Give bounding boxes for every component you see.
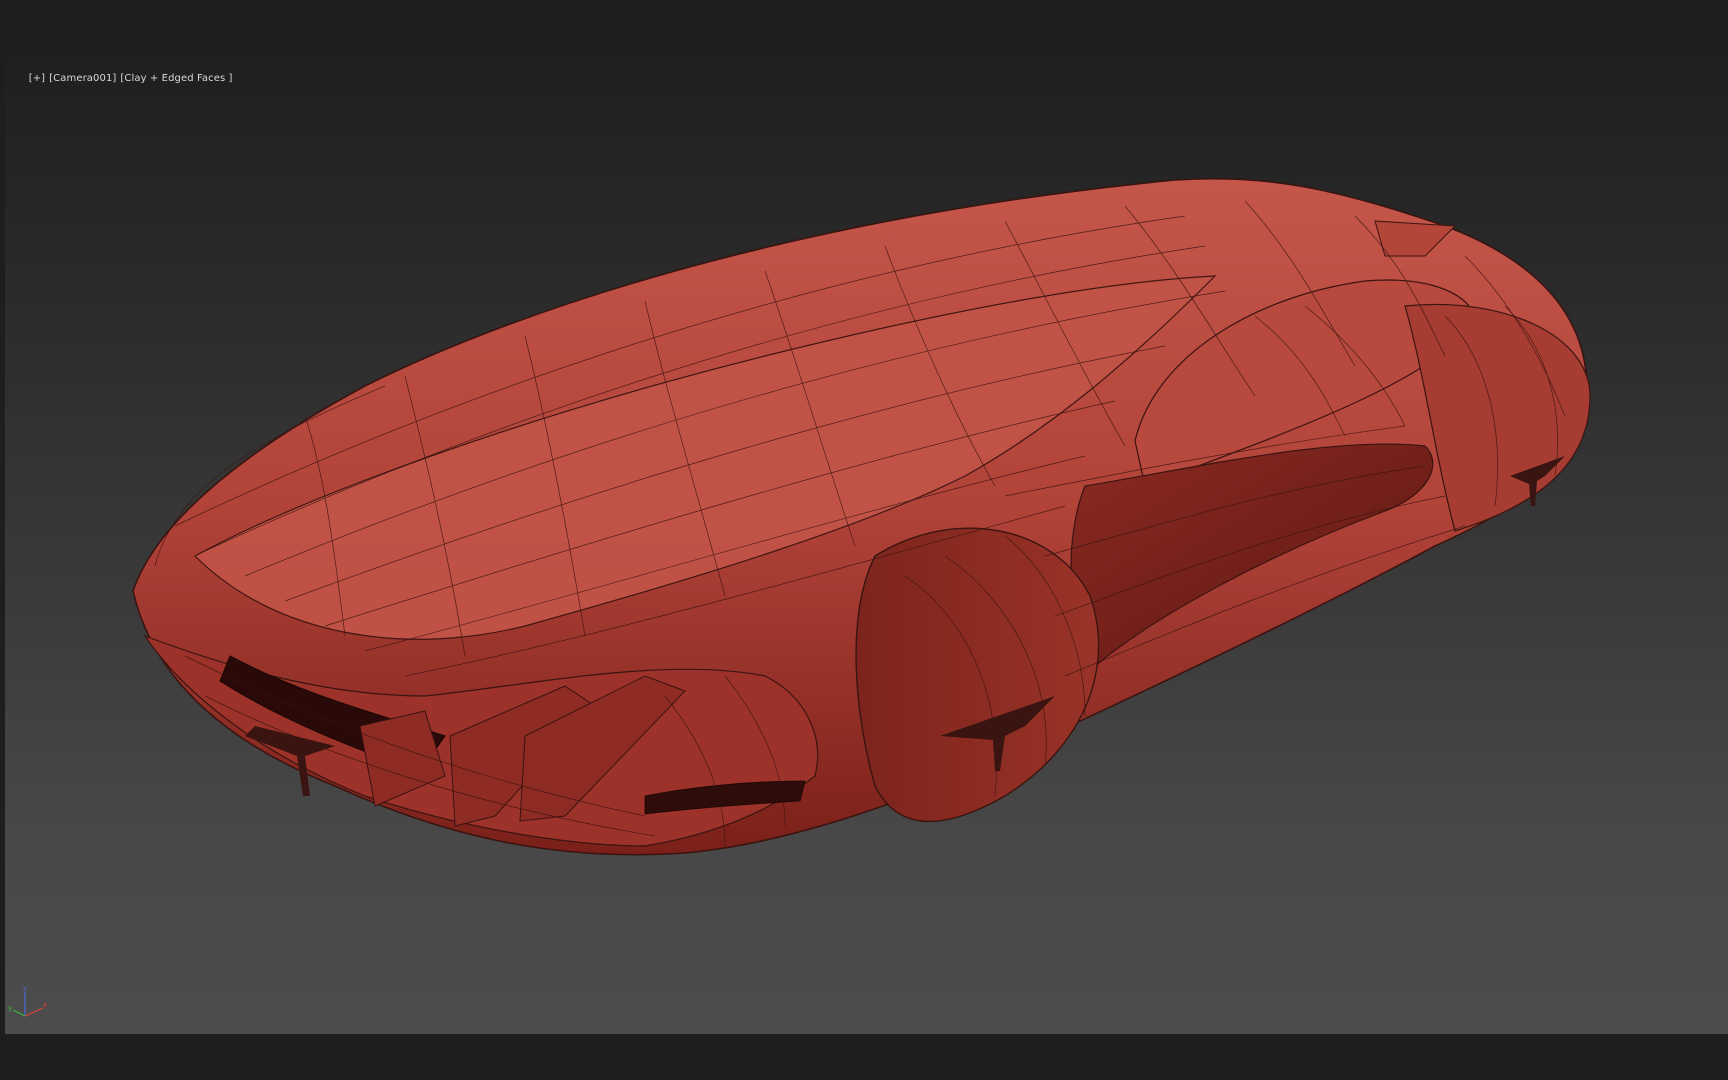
vehicle-body bbox=[132, 177, 1591, 856]
axis-gizmo: z x y bbox=[7, 982, 51, 1026]
axis-x-line bbox=[24, 1007, 44, 1017]
axis-y-line bbox=[12, 1009, 26, 1017]
axis-y-label: y bbox=[8, 1004, 12, 1012]
axis-x-label: x bbox=[43, 1001, 47, 1009]
axis-z-label: z bbox=[23, 985, 27, 993]
app-window: [+] [Camera001] [Clay + Edged Faces ] z … bbox=[0, 0, 1728, 1080]
vehicle-model[interactable] bbox=[5, 56, 1728, 1034]
camera-viewport[interactable]: [+] [Camera001] [Clay + Edged Faces ] z … bbox=[5, 56, 1728, 1034]
bottom-bar bbox=[0, 1034, 1728, 1080]
